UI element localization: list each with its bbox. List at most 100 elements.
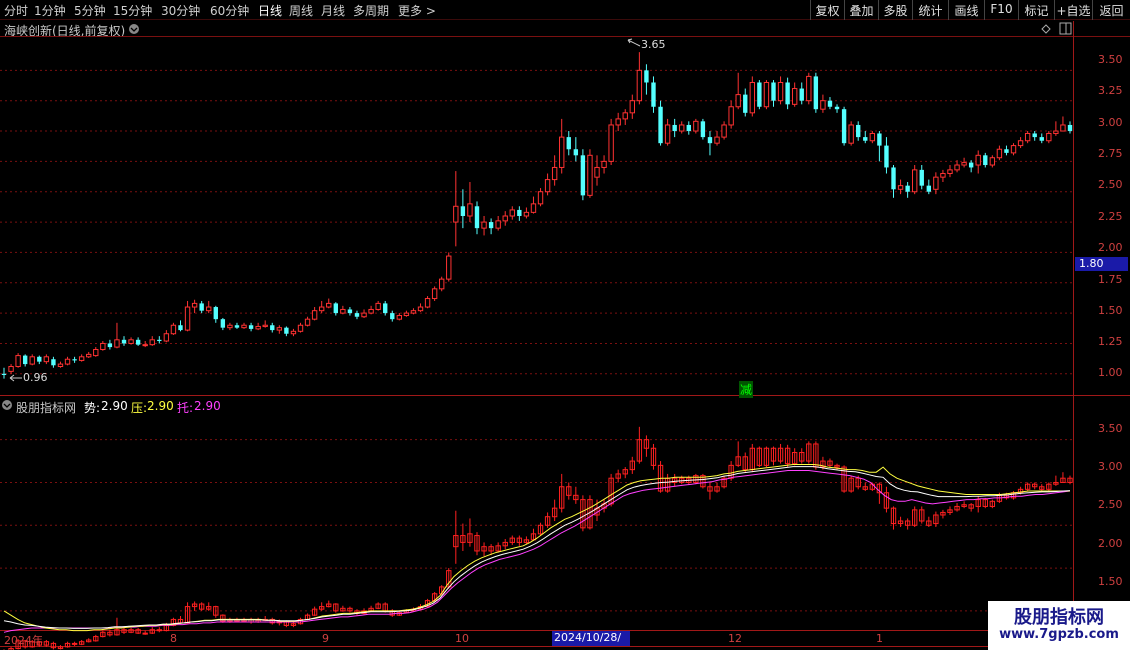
candle-body-down (968, 162, 974, 168)
candle-body-down (354, 313, 360, 317)
candle-body-down (891, 167, 896, 190)
chart-canvas[interactable] (0, 0, 1130, 650)
candle-body-up (206, 306, 212, 312)
candle-body-up (777, 81, 784, 102)
date-label: 1 (876, 632, 883, 645)
candle-body-up (311, 310, 318, 320)
candle-body-up (424, 298, 431, 308)
candle-body-up (749, 81, 756, 114)
indicator-tick: 2.50 (1098, 498, 1123, 511)
price-tick: 2.50 (1098, 178, 1123, 191)
candle-body-down (234, 325, 240, 328)
candle-body-up (29, 356, 35, 365)
candle-body-down (390, 313, 395, 320)
candle-body-up (559, 136, 565, 168)
candle-body-up (912, 169, 918, 193)
candle-body-up (791, 88, 798, 105)
candle-body-up (163, 333, 170, 342)
candle-body-down (1032, 133, 1037, 138)
low-marker-arrow-icon (9, 374, 22, 382)
candle-body-down (72, 359, 77, 361)
candle-body-up (431, 288, 438, 300)
candle-body-down (644, 70, 649, 83)
candle-body-down (834, 106, 840, 110)
candle-body-down (37, 356, 42, 362)
candle-body-down (799, 88, 804, 101)
candle-body-down (517, 209, 522, 216)
candle-body-down (51, 359, 56, 366)
candle-body-up (961, 162, 967, 166)
price-tick: 2.25 (1098, 210, 1123, 223)
candle-body-up (184, 306, 191, 331)
candle-body-up (664, 124, 671, 144)
diamond-icon[interactable] (1041, 24, 1051, 34)
candle-body-up (86, 353, 92, 358)
candle-body-up (255, 325, 261, 330)
candle-body-down (926, 185, 931, 192)
candle-body-up (191, 302, 198, 308)
candle-body-down (157, 339, 162, 342)
indicator-dropdown-icon[interactable] (2, 400, 12, 410)
candle-body-down (199, 303, 204, 311)
candle-body-up (297, 324, 304, 332)
candle-body-up (1017, 140, 1024, 147)
candle-body-up (615, 118, 621, 126)
high-price-label: 3.65 (641, 38, 666, 51)
panel-toggle-icon[interactable] (1059, 22, 1072, 35)
indicator-candle (142, 632, 148, 635)
candle-body-up (693, 120, 699, 132)
candle-body-down (573, 149, 579, 156)
candle-body-up (1060, 124, 1066, 132)
candle-body-up (1053, 130, 1059, 134)
candle-body-down (213, 307, 218, 320)
price-tick: 3.25 (1098, 84, 1123, 97)
title-dropdown-icon[interactable] (129, 24, 139, 34)
candle-body-up (1024, 132, 1031, 142)
price-tick: 1.00 (1098, 366, 1123, 379)
current-price-tag: 1.80 (1075, 257, 1128, 271)
candle-body-up (170, 324, 177, 335)
reduce-signal-badge: 减 (739, 381, 754, 398)
candle-body-up (396, 315, 403, 320)
shi-value: 2.90 (101, 399, 128, 413)
tuo-value: 2.90 (194, 399, 221, 413)
candle-body-up (262, 324, 268, 327)
candle-body-up (996, 148, 1003, 159)
candle-body-down (488, 222, 494, 229)
candle-body-up (241, 324, 247, 329)
candle-body-down (983, 155, 988, 166)
candle-body-down (270, 325, 275, 331)
candle-body-down (566, 137, 571, 150)
candle-body-up (304, 318, 311, 326)
candle-body-down (1067, 124, 1073, 132)
candle-body-up (8, 366, 14, 372)
site-watermark: 股朋指标网 www.7gpzb.com (988, 601, 1130, 650)
date-label: 10 (455, 632, 469, 645)
candle-body-up (64, 358, 71, 365)
candle-body-up (439, 278, 445, 290)
candle-body-up (897, 185, 904, 190)
candle-body-up (806, 75, 812, 102)
candle-body-down (856, 124, 861, 138)
candle-body-down (658, 106, 663, 144)
candle-body-down (651, 82, 656, 107)
candle-body-up (1046, 132, 1052, 142)
candle-body-down (1, 373, 7, 376)
ya-label: 压: (131, 401, 148, 415)
candle-body-up (537, 191, 544, 205)
candle-body-up (15, 355, 21, 368)
watermark-url: www.7gpzb.com (999, 627, 1119, 642)
price-tick: 2.00 (1098, 241, 1123, 254)
candle-body-up (128, 339, 134, 344)
candle-body-up (820, 100, 826, 110)
candle-body-up (947, 169, 953, 175)
indicator-tick: 1.50 (1098, 575, 1123, 588)
date-label: 8 (170, 632, 177, 645)
candle-body-down (135, 339, 141, 345)
candle-body-down (813, 76, 819, 110)
shi-label: 势: (84, 401, 101, 415)
candle-body-down (841, 109, 847, 144)
candle-body-up (636, 69, 643, 102)
candle-body-down (1004, 149, 1009, 153)
candle-body-up (417, 306, 424, 312)
